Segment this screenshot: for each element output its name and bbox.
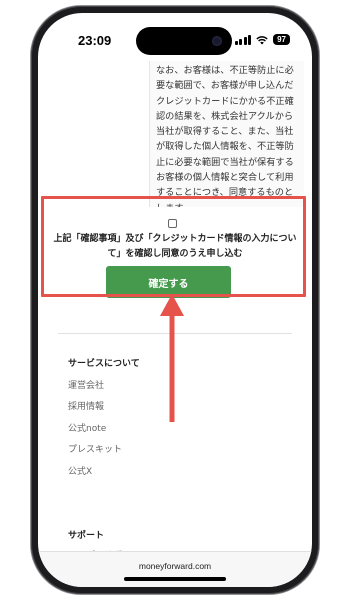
arrow-up-icon: [160, 294, 184, 422]
dynamic-island: [136, 27, 232, 55]
url-text: moneyforward.com: [138, 561, 212, 571]
signal-icon: [234, 34, 252, 45]
battery-icon: 97: [273, 34, 290, 45]
services-heading: サービスについて: [68, 359, 140, 369]
footer-link-presskit[interactable]: プレスキット: [68, 442, 122, 455]
wifi-icon: [256, 35, 268, 44]
status-indicators: 97: [234, 34, 290, 45]
notice-text: なお、お客様は、不正等防止に必要な範囲で、お客様が申し込んだクレジットカードにか…: [149, 61, 304, 207]
highlight-box: [41, 196, 306, 297]
footer-link-company[interactable]: 運営会社: [68, 378, 104, 391]
footer-link-x[interactable]: 公式X: [68, 464, 92, 477]
url-bar[interactable]: moneyforward.com: [38, 551, 312, 587]
camera-icon: [212, 36, 222, 46]
status-time: 23:09: [78, 33, 112, 48]
footer-link-careers[interactable]: 採用情報: [68, 399, 104, 412]
footer-link-note[interactable]: 公式note: [68, 421, 106, 434]
support-heading: サポート: [68, 531, 105, 541]
home-indicator: [124, 577, 226, 581]
